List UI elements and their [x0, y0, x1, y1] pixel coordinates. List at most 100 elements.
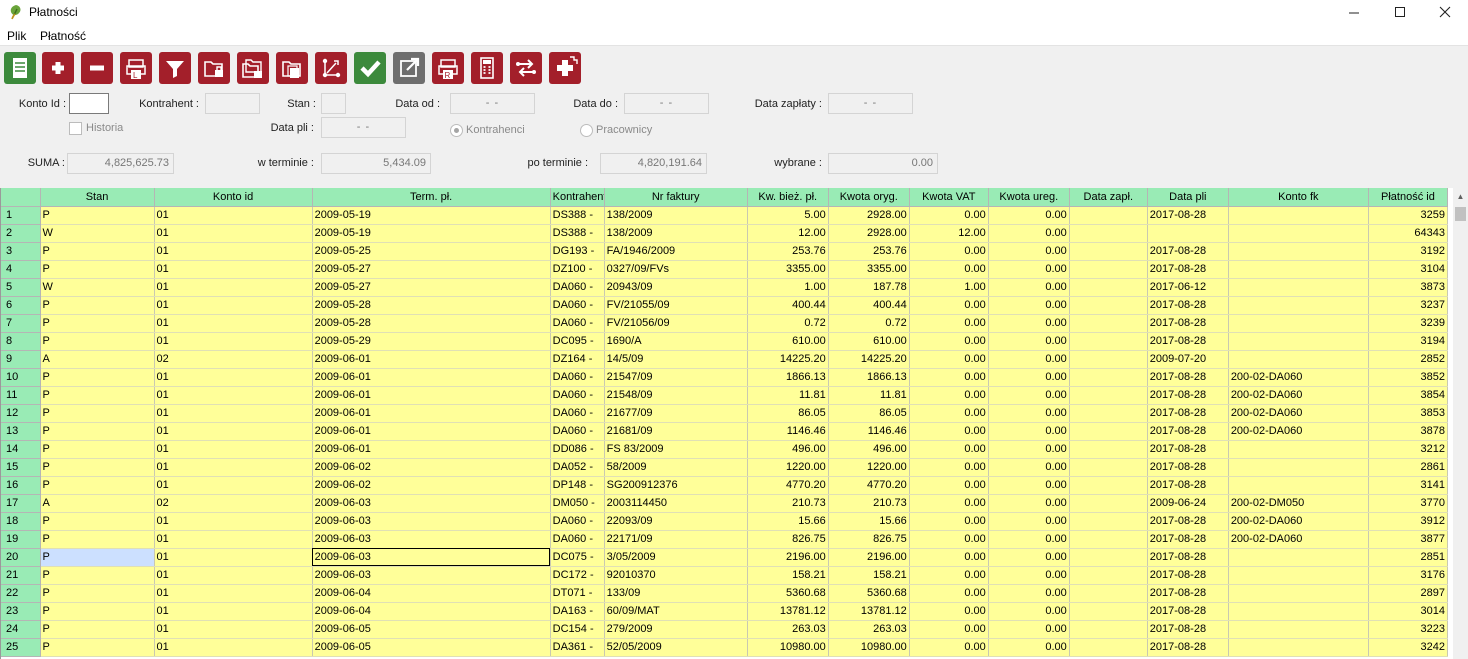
cell-kwota-oryg[interactable]: 13781.12 [828, 602, 910, 621]
cell-stan[interactable]: P [40, 584, 155, 603]
lock-folder-button[interactable] [198, 52, 230, 84]
cell-data-pli[interactable]: 2017-08-28 [1147, 620, 1229, 639]
cell-kw-biez-pl[interactable]: 253.76 [747, 242, 829, 261]
cell-platnosc-id[interactable]: 3853 [1368, 404, 1449, 423]
cell-stan[interactable]: P [40, 332, 155, 351]
cell-kwota-ureg[interactable]: 0.00 [988, 548, 1070, 567]
cell-konto-fk[interactable]: 200-02-DA060 [1228, 422, 1369, 441]
cell-nr-faktury[interactable]: 14/5/09 [604, 350, 748, 369]
cell-kwota-oryg[interactable]: 400.44 [828, 296, 910, 315]
cell-platnosc-id[interactable]: 3912 [1368, 512, 1449, 531]
table-row[interactable]: 1 P 01 2009-05-19 DS388 -138/2009 5.00 2928.00… [1, 206, 1449, 225]
cell-konto-fk[interactable] [1228, 440, 1369, 459]
cell-stan[interactable]: P [40, 458, 155, 477]
cell-kwota-ureg[interactable]: 0.00 [988, 566, 1070, 585]
cell-konto-id[interactable]: 01 [154, 206, 313, 225]
cell-konto-id[interactable]: 01 [154, 566, 313, 585]
cell-kwota-vat[interactable]: 0.00 [909, 638, 989, 657]
cell-platnosc-id[interactable]: 3192 [1368, 242, 1449, 261]
cell-data-pli[interactable]: 2017-08-28 [1147, 404, 1229, 423]
cell-platnosc-id[interactable]: 3259 [1368, 206, 1449, 225]
cell-kwota-vat[interactable]: 0.00 [909, 530, 989, 549]
list-view-button[interactable] [4, 52, 36, 84]
column-header-konto-id[interactable]: Konto id [154, 188, 313, 207]
cell-data-zapl[interactable] [1069, 296, 1148, 315]
cell-konto-fk[interactable]: 200-02-DA060 [1228, 386, 1369, 405]
cell-platnosc-id[interactable]: 3014 [1368, 602, 1449, 621]
cell-data-zapl[interactable] [1069, 476, 1148, 495]
cell-data-zapl[interactable] [1069, 206, 1148, 225]
cell-stan[interactable]: P [40, 296, 155, 315]
cell-kwota-vat[interactable]: 1.00 [909, 278, 989, 297]
cell-kwota-ureg[interactable]: 0.00 [988, 332, 1070, 351]
cell-nr-faktury[interactable]: 21681/09 [604, 422, 748, 441]
cell-kw-biez-pl[interactable]: 1.00 [747, 278, 829, 297]
cell-konto-id[interactable]: 01 [154, 620, 313, 639]
cell-data-pli[interactable]: 2017-08-28 [1147, 296, 1229, 315]
cell-kw-biez-pl[interactable]: 0.72 [747, 314, 829, 333]
cell-kwota-ureg[interactable]: 0.00 [988, 530, 1070, 549]
cell-konto-fk[interactable]: 200-02-DA060 [1228, 512, 1369, 531]
cell-platnosc-id[interactable]: 3212 [1368, 440, 1449, 459]
cell-kwota-ureg[interactable]: 0.00 [988, 296, 1070, 315]
cell-nr-faktury[interactable]: 21677/09 [604, 404, 748, 423]
cell-nr-faktury[interactable]: 1690/A [604, 332, 748, 351]
cell-data-pli[interactable]: 2017-08-28 [1147, 422, 1229, 441]
cell-nr-faktury[interactable]: 21548/09 [604, 386, 748, 405]
cell-kwota-vat[interactable]: 0.00 [909, 368, 989, 387]
cell-konto-id[interactable]: 02 [154, 350, 313, 369]
cell-stan[interactable]: P [40, 602, 155, 621]
table-row[interactable]: 10 P 01 2009-06-01 DA060 -21547/09 1866.13 186… [1, 368, 1449, 387]
cell-kontrahent[interactable]: DS388 - [550, 224, 605, 243]
scroll-up-arrow-icon[interactable]: ▲ [1453, 188, 1468, 205]
cell-kwota-ureg[interactable]: 0.00 [988, 278, 1070, 297]
cell-stan[interactable]: W [40, 224, 155, 243]
cell-kontrahent[interactable]: DM050 - [550, 494, 605, 513]
cell-nr-faktury[interactable]: 133/09 [604, 584, 748, 603]
cell-kwota-vat[interactable]: 0.00 [909, 566, 989, 585]
cell-kwota-ureg[interactable]: 0.00 [988, 404, 1070, 423]
cell-konto-fk[interactable]: 200-02-DM050 [1228, 494, 1369, 513]
cell-term-pl[interactable]: 2009-06-04 [312, 584, 551, 603]
cell-stan[interactable]: P [40, 530, 155, 549]
cell-term-pl[interactable]: 2009-05-27 [312, 260, 551, 279]
cell-stan[interactable]: W [40, 278, 155, 297]
cell-konto-id[interactable]: 02 [154, 494, 313, 513]
cell-kontrahent[interactable]: DZ100 - [550, 260, 605, 279]
cell-data-zapl[interactable] [1069, 512, 1148, 531]
cell-konto-fk[interactable]: 200-02-DA060 [1228, 404, 1369, 423]
cell-kwota-vat[interactable]: 0.00 [909, 206, 989, 225]
cell-data-pli[interactable]: 2017-08-28 [1147, 332, 1229, 351]
cell-kwota-ureg[interactable]: 0.00 [988, 638, 1070, 657]
cell-konto-fk[interactable] [1228, 224, 1369, 243]
cell-kw-biez-pl[interactable]: 11.81 [747, 386, 829, 405]
cell-kontrahent[interactable]: DC095 - [550, 332, 605, 351]
cell-kw-biez-pl[interactable]: 1146.46 [747, 422, 829, 441]
cell-kw-biez-pl[interactable]: 1866.13 [747, 368, 829, 387]
column-header-kwota-vat[interactable]: Kwota VAT [909, 188, 989, 207]
cell-konto-id[interactable]: 01 [154, 422, 313, 441]
cell-kwota-vat[interactable]: 0.00 [909, 314, 989, 333]
cell-kontrahent[interactable]: DA060 - [550, 422, 605, 441]
cell-konto-fk[interactable] [1228, 260, 1369, 279]
cell-kwota-oryg[interactable]: 10980.00 [828, 638, 910, 657]
minimize-button[interactable] [1331, 0, 1377, 25]
cell-kw-biez-pl[interactable]: 4770.20 [747, 476, 829, 495]
cell-data-zapl[interactable] [1069, 440, 1148, 459]
cell-stan[interactable]: P [40, 440, 155, 459]
cell-kwota-ureg[interactable]: 0.00 [988, 368, 1070, 387]
cell-kwota-ureg[interactable]: 0.00 [988, 242, 1070, 261]
column-header-kontrahent[interactable]: Kontrahent [550, 188, 605, 207]
cell-kwota-oryg[interactable]: 11.81 [828, 386, 910, 405]
cell-nr-faktury[interactable]: 52/05/2009 [604, 638, 748, 657]
cell-data-zapl[interactable] [1069, 278, 1148, 297]
cell-data-zapl[interactable] [1069, 548, 1148, 567]
cell-platnosc-id[interactable]: 3242 [1368, 638, 1449, 657]
cell-kwota-ureg[interactable]: 0.00 [988, 584, 1070, 603]
table-row[interactable]: 21 P 01 2009-06-03 DC172 -92010370 158.21 158.… [1, 566, 1449, 585]
cell-konto-id[interactable]: 01 [154, 368, 313, 387]
cell-nr-faktury[interactable]: 3/05/2009 [604, 548, 748, 567]
cell-term-pl[interactable]: 2009-06-01 [312, 386, 551, 405]
cell-platnosc-id[interactable]: 3877 [1368, 530, 1449, 549]
cell-kontrahent[interactable]: DA060 - [550, 404, 605, 423]
